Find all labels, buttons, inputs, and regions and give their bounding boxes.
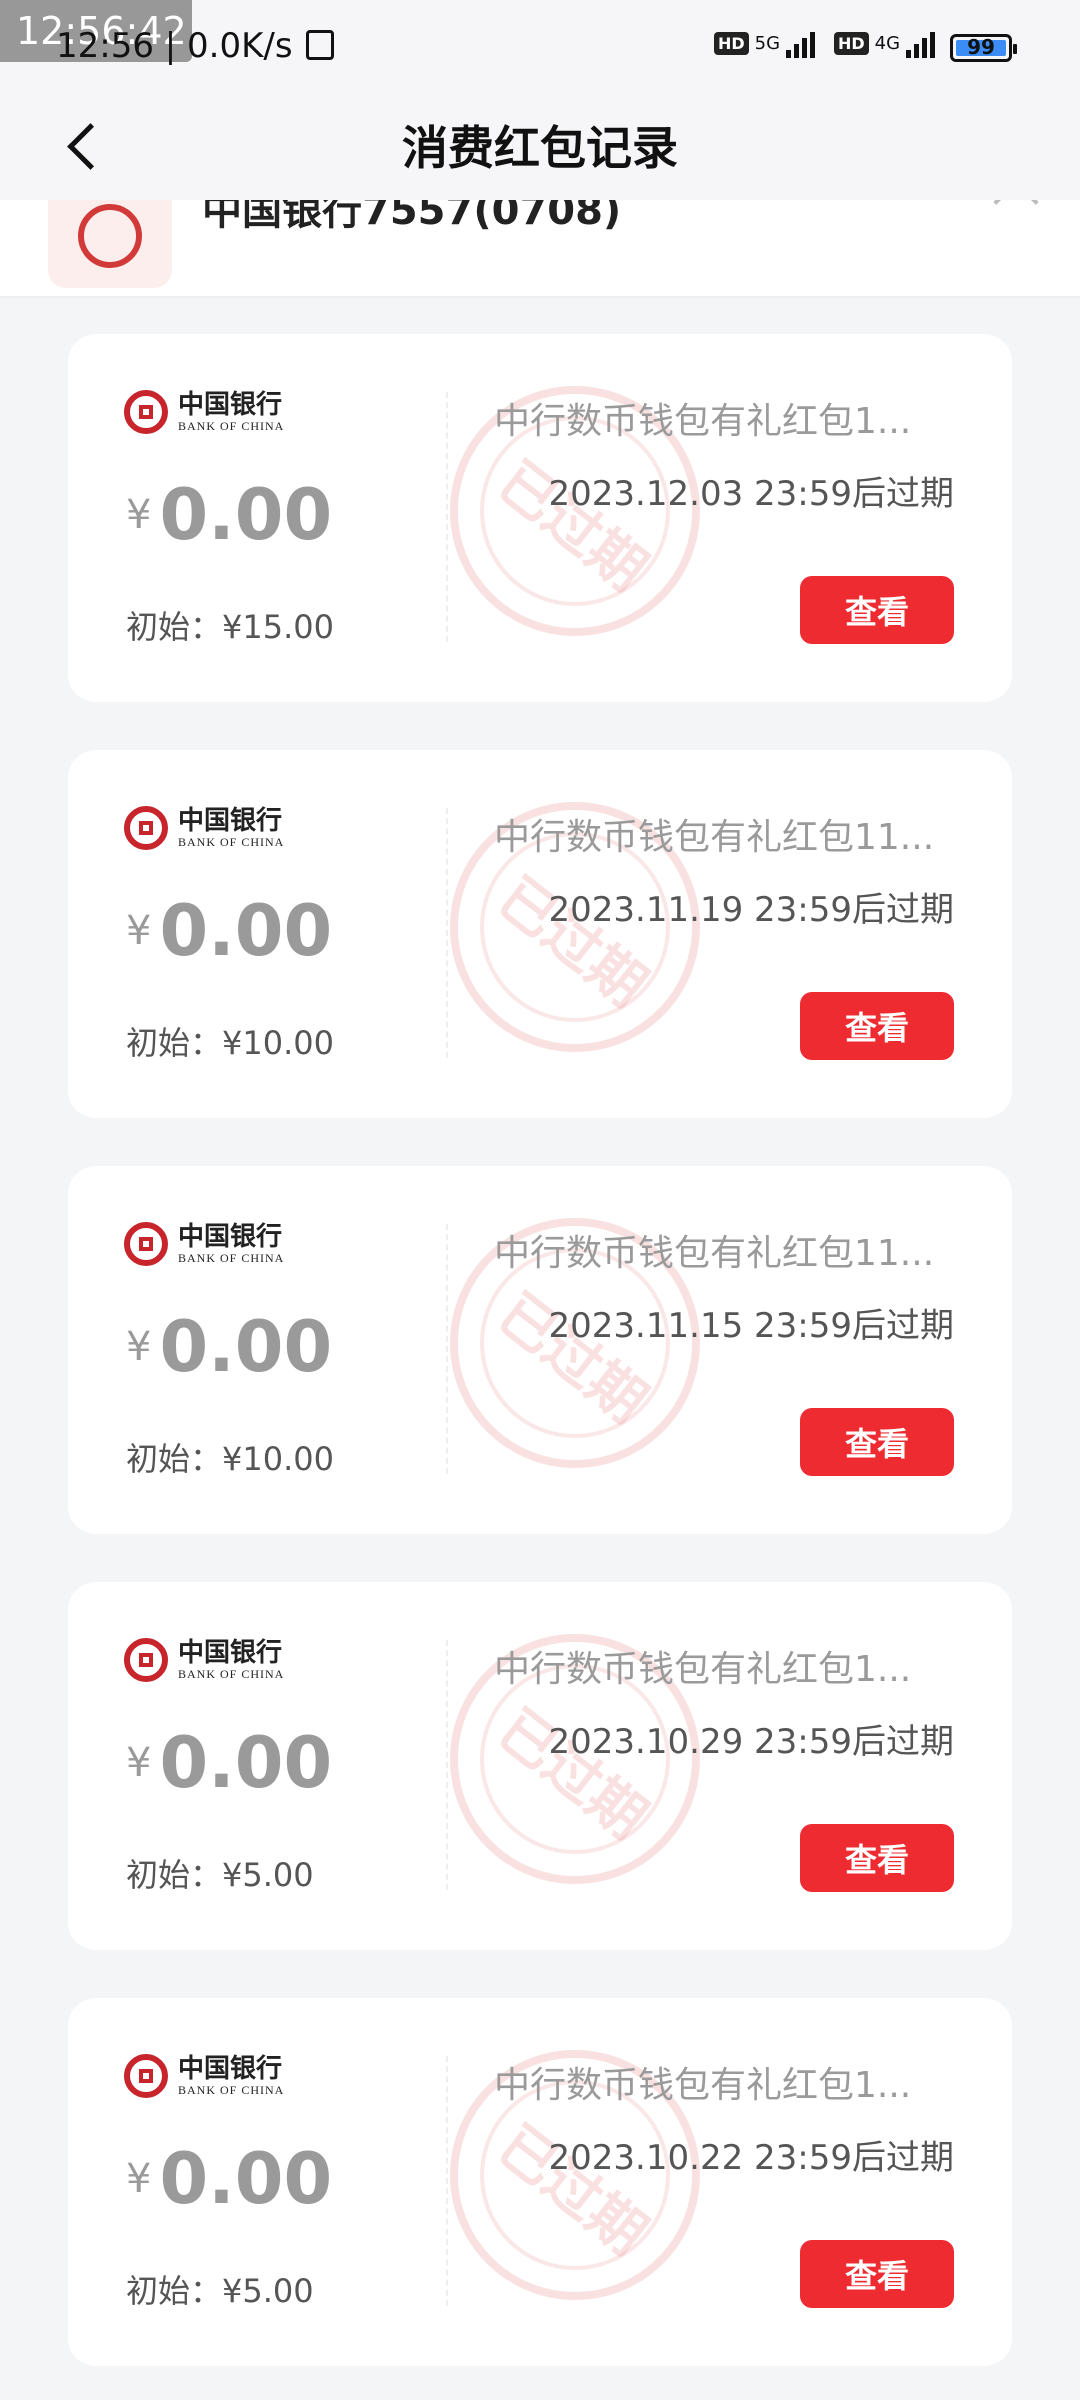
currency-symbol: ¥ xyxy=(126,492,152,538)
expire-time: 2023.11.15 23:59后过期 xyxy=(548,1306,954,1346)
account-name: 中国银行7557(0708) xyxy=(202,200,622,234)
brand-en: BANK OF CHINA xyxy=(178,1666,285,1681)
brand-cn: 中国银行 xyxy=(178,805,283,836)
bank-of-china-logo: 中国银行 BANK OF CHINA xyxy=(124,2054,284,2098)
bank-of-china-icon xyxy=(124,390,168,434)
brand-cn: 中国银行 xyxy=(178,1221,283,1252)
initial-amount: 初始：¥10.00 xyxy=(126,1024,334,1062)
coupon-name: 中行数币钱包有礼红包1... xyxy=(494,2065,912,2106)
currency-symbol: ¥ xyxy=(126,1740,152,1786)
bank-of-china-logo: 中国银行 BANK OF CHINA xyxy=(124,1222,284,1266)
account-selector[interactable]: 中国银行7557(0708) xyxy=(0,200,1080,298)
brand-en: BANK OF CHINA xyxy=(178,418,285,433)
coupon-card: 中国银行 BANK OF CHINA ¥0.00 初始：¥10.00 已过期 中… xyxy=(68,1166,1012,1534)
coupon-amount: ¥0.00 xyxy=(126,474,332,556)
initial-amount: 初始：¥10.00 xyxy=(126,1440,334,1478)
amount-value: 0.00 xyxy=(159,1722,333,1804)
battery-icon: 99 xyxy=(950,34,1017,62)
page-title: 消费红包记录 xyxy=(402,121,678,175)
amount-value: 0.00 xyxy=(159,1306,333,1388)
network-speed: 12:56 | 0.0K/s xyxy=(56,26,293,66)
brand-cn: 中国银行 xyxy=(178,1637,283,1668)
currency-symbol: ¥ xyxy=(126,908,152,954)
status-bar: 12:56:42 12:56 | 0.0K/s HD 5G HD 4G 99 xyxy=(0,0,1080,90)
brand-cn: 中国银行 xyxy=(178,389,283,420)
brand-en: BANK OF CHINA xyxy=(178,2082,285,2097)
nfc-icon xyxy=(306,30,334,60)
initial-amount: 初始：¥5.00 xyxy=(126,2272,314,2310)
coupon-name: 中行数币钱包有礼红包1... xyxy=(494,401,912,442)
coupon-amount: ¥0.00 xyxy=(126,1306,332,1388)
signal-bars-icon xyxy=(906,28,936,58)
signal-bars-icon xyxy=(786,28,816,58)
amount-value: 0.00 xyxy=(159,890,333,972)
brand-en: BANK OF CHINA xyxy=(178,834,285,849)
view-button[interactable]: 查看 xyxy=(800,576,954,644)
expire-time: 2023.12.03 23:59后过期 xyxy=(548,474,954,514)
coupon-card: 中国银行 BANK OF CHINA ¥0.00 初始：¥10.00 已过期 中… xyxy=(68,750,1012,1118)
bank-of-china-icon xyxy=(124,806,168,850)
signal-4g: HD 4G xyxy=(834,28,936,58)
expire-time: 2023.10.22 23:59后过期 xyxy=(548,2138,954,2178)
divider xyxy=(446,1640,448,1890)
expire-time: 2023.11.19 23:59后过期 xyxy=(548,890,954,930)
currency-symbol: ¥ xyxy=(126,2156,152,2202)
signal-5g-label: 5G xyxy=(754,32,781,54)
coupon-amount: ¥0.00 xyxy=(126,1722,332,1804)
view-button[interactable]: 查看 xyxy=(800,2240,954,2308)
hd-icon: HD xyxy=(834,31,869,55)
coupon-card: 中国银行 BANK OF CHINA ¥0.00 初始：¥5.00 已过期 中行… xyxy=(68,1582,1012,1950)
bank-of-china-icon xyxy=(124,2054,168,2098)
view-button[interactable]: 查看 xyxy=(800,992,954,1060)
signal-5g: HD 5G xyxy=(714,28,816,58)
initial-amount: 初始：¥5.00 xyxy=(126,1856,314,1894)
bank-of-china-logo: 中国银行 BANK OF CHINA xyxy=(124,390,284,434)
coupon-amount: ¥0.00 xyxy=(126,2138,332,2220)
brand-en: BANK OF CHINA xyxy=(178,1250,285,1265)
bank-of-china-logo: 中国银行 BANK OF CHINA xyxy=(124,1638,284,1682)
coupon-card: 中国银行 BANK OF CHINA ¥0.00 初始：¥5.00 已过期 中行… xyxy=(68,1998,1012,2366)
divider xyxy=(446,1224,448,1474)
amount-value: 0.00 xyxy=(159,2138,333,2220)
brand-cn: 中国银行 xyxy=(178,2053,283,2084)
divider xyxy=(446,808,448,1058)
coupon-amount: ¥0.00 xyxy=(126,890,332,972)
battery-level: 99 xyxy=(967,35,995,59)
view-button[interactable]: 查看 xyxy=(800,1408,954,1476)
bank-of-china-logo: 中国银行 BANK OF CHINA xyxy=(124,806,284,850)
hd-icon: HD xyxy=(714,31,749,55)
currency-symbol: ¥ xyxy=(126,1324,152,1370)
divider xyxy=(446,2056,448,2306)
chevron-up-icon[interactable] xyxy=(993,200,1039,225)
initial-amount: 初始：¥15.00 xyxy=(126,608,334,646)
coupon-name: 中行数币钱包有礼红包11... xyxy=(494,1233,935,1274)
amount-value: 0.00 xyxy=(159,474,333,556)
signal-4g-label: 4G xyxy=(874,32,901,54)
bank-logo-icon xyxy=(48,200,172,288)
coupon-name: 中行数币钱包有礼红包1... xyxy=(494,1649,912,1690)
bank-of-china-icon xyxy=(124,1222,168,1266)
coupon-card: 中国银行 BANK OF CHINA ¥0.00 初始：¥15.00 已过期 中… xyxy=(68,334,1012,702)
coupon-name: 中行数币钱包有礼红包11... xyxy=(494,817,935,858)
divider xyxy=(446,392,448,642)
view-button[interactable]: 查看 xyxy=(800,1824,954,1892)
expire-time: 2023.10.29 23:59后过期 xyxy=(548,1722,954,1762)
navigation-bar: 消费红包记录 xyxy=(0,90,1080,200)
bank-of-china-icon xyxy=(124,1638,168,1682)
